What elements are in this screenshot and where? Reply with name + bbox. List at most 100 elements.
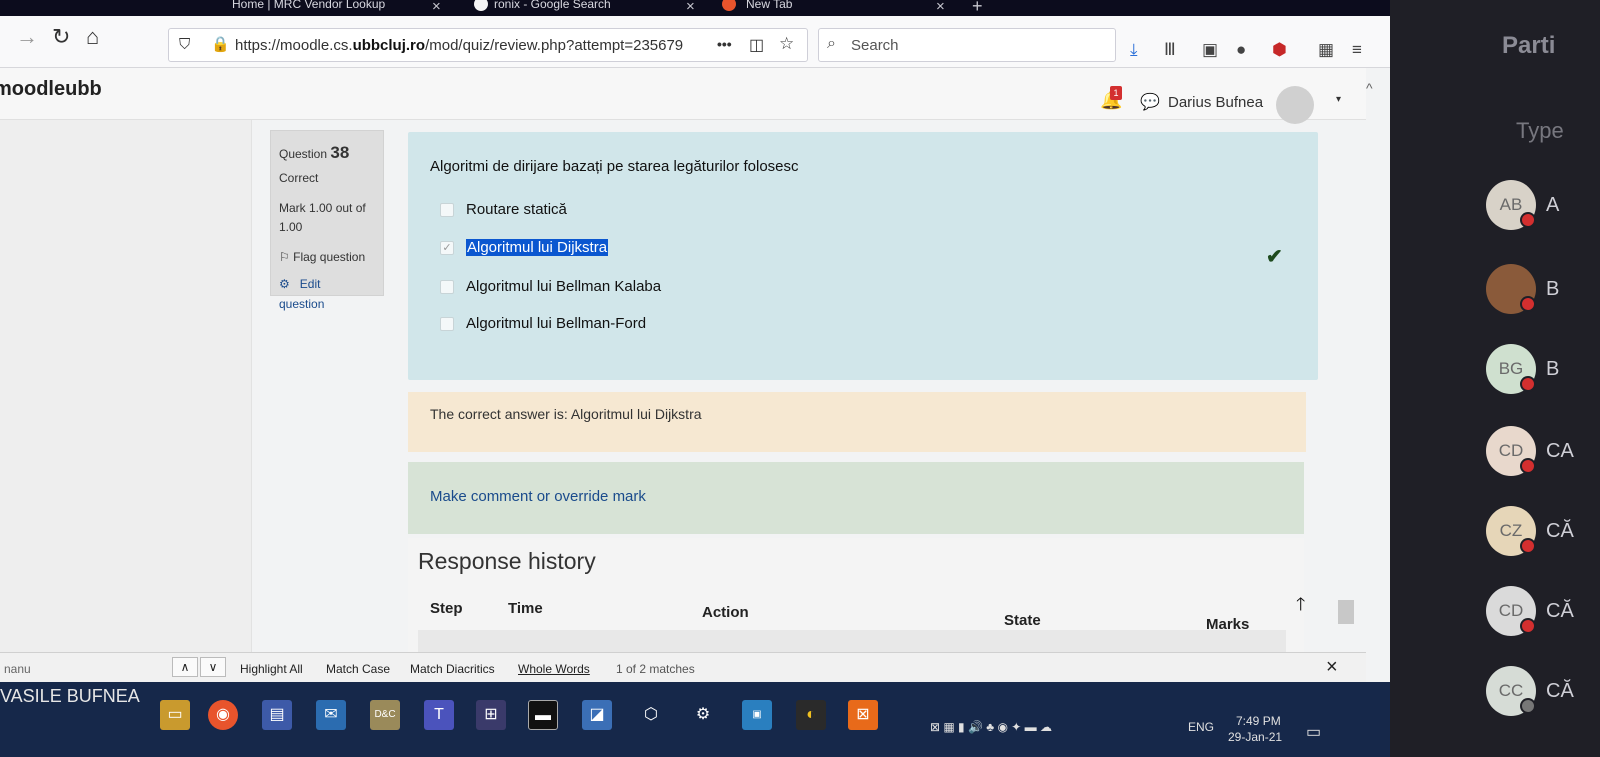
account-icon[interactable]: ● — [1236, 40, 1246, 60]
screen-sharer-name: VASILE BUFNEA — [0, 686, 140, 706]
participant-item[interactable]: B — [1486, 264, 1600, 316]
participant-item[interactable]: CZ CĂ — [1486, 506, 1600, 558]
column-header-step: Step — [430, 600, 463, 617]
match-case-toggle[interactable]: Match Case — [326, 662, 390, 676]
participant-item[interactable]: BG B — [1486, 344, 1600, 396]
answer-checkbox[interactable] — [440, 317, 454, 331]
notes-app-icon[interactable]: ◪ — [582, 700, 612, 730]
url-text: https://moodle.cs.ubbcluj.ro/mod/quiz/re… — [235, 37, 684, 54]
answer-label: Routare statică — [466, 201, 567, 218]
search-box[interactable]: ⌕ Search — [818, 28, 1116, 62]
participant-item[interactable]: CD CĂ — [1486, 586, 1600, 638]
flag-question-link[interactable]: ⚐ Flag question — [279, 250, 365, 264]
highlight-all-toggle[interactable]: Highlight All — [240, 662, 303, 676]
participant-name: CĂ — [1546, 680, 1574, 702]
close-icon[interactable]: × — [432, 0, 441, 15]
moodle-header: moodleubb 🔔 1 💬 Darius Bufnea ▾ ^ — [0, 68, 1373, 124]
menu-icon[interactable]: ≡ — [1352, 40, 1362, 60]
scrollbar-thumb[interactable] — [1338, 600, 1354, 624]
find-previous-button[interactable]: ∧ — [172, 657, 198, 677]
answer-checkbox[interactable] — [440, 203, 454, 217]
right-answer-text: The correct answer is: Algoritmul lui Di… — [430, 406, 702, 422]
back-to-top-arrow-icon[interactable]: 🡑 — [1296, 592, 1305, 622]
library-icon[interactable]: Ⅲ — [1164, 40, 1176, 60]
extensions-icon[interactable]: ▦ — [1318, 40, 1334, 60]
network-app-icon[interactable]: ⊞ — [476, 700, 506, 730]
tab-vendor-lookup[interactable]: Home | MRC Vendor Lookup — [232, 0, 392, 16]
answer-label: Algoritmul lui Bellman Kalaba — [466, 278, 662, 295]
scroll-up-arrow-icon[interactable]: ^ — [1366, 80, 1373, 96]
address-bar[interactable]: ⛉ 🔒 https://moodle.cs.ubbcluj.ro/mod/qui… — [168, 28, 808, 62]
participant-item[interactable]: AB A — [1486, 180, 1600, 232]
save-app-icon[interactable]: ▤ — [262, 700, 292, 730]
site-brand[interactable]: moodleubb — [0, 78, 102, 101]
notifications-icon[interactable]: ▭ — [1306, 722, 1321, 742]
firefox-icon[interactable]: ◉ — [208, 700, 238, 730]
system-tray-icons[interactable]: ⊠ ▦ ▮ 🔊 ♣ ◉ ✦ ▬ ☁ — [930, 720, 1052, 734]
close-find-bar-icon[interactable]: × — [1326, 656, 1338, 679]
close-icon[interactable]: × — [686, 0, 695, 15]
find-next-button[interactable]: ∨ — [200, 657, 226, 677]
page-actions-button[interactable]: ••• — [717, 36, 732, 52]
new-tab-icon[interactable]: + — [972, 0, 983, 17]
tab-google-search[interactable]: ronix - Google Search — [494, 0, 654, 16]
home-icon[interactable]: ⌂ — [86, 24, 99, 50]
clock-time[interactable]: 7:49 PM — [1236, 714, 1281, 728]
ublock-icon[interactable]: ⬢ — [1272, 40, 1287, 60]
edit-question-link[interactable]: ⚙ Edit — [279, 277, 320, 291]
pocket-icon[interactable]: ◫ — [749, 35, 764, 55]
language-indicator[interactable]: ENG — [1188, 720, 1214, 734]
browser-screen: Home | MRC Vendor Lookup × ronix - Googl… — [0, 0, 1390, 757]
tab-new-tab[interactable]: New Tab — [746, 0, 866, 16]
left-column — [0, 120, 252, 660]
dac-app-icon[interactable]: D&C — [370, 700, 400, 730]
question-formulation: Algoritmi de dirijare bazați pe starea l… — [408, 132, 1318, 380]
shield-icon[interactable]: ⛉ — [179, 36, 190, 53]
column-header-state: State — [1004, 612, 1041, 629]
comment-override-link[interactable]: Make comment or override mark — [430, 488, 646, 505]
box-app-icon[interactable]: ⬡ — [636, 700, 666, 730]
reload-icon[interactable]: ↻ — [52, 24, 70, 50]
muted-mic-icon — [1520, 458, 1536, 474]
match-diacritics-toggle[interactable]: Match Diacritics — [410, 662, 495, 676]
file-explorer-icon[interactable]: ▭ — [160, 700, 190, 730]
participant-name: CĂ — [1546, 600, 1574, 622]
sidebar-icon[interactable]: ▣ — [1202, 40, 1218, 60]
edit-question-link-line2[interactable]: question — [279, 297, 324, 311]
user-menu-name[interactable]: Darius Bufnea — [1168, 94, 1263, 111]
taskbar: VASILE BUFNEA ▭ ◉ ▤ ✉ D&C T ⊞ ▬ ◪ ⬡ ⚙ ▣ … — [0, 682, 1390, 757]
display-app-icon[interactable]: ▣ — [742, 700, 772, 730]
xampp-icon[interactable]: ⊠ — [848, 700, 878, 730]
messages-icon[interactable]: 💬 — [1140, 92, 1160, 112]
question-number: Question 38 — [279, 143, 350, 162]
history-title: Response history — [418, 548, 596, 574]
answer-checkbox-checked[interactable]: ✓ — [440, 241, 454, 255]
lock-icon[interactable]: 🔒 — [211, 35, 230, 53]
find-input[interactable]: nanu — [4, 662, 31, 676]
muted-mic-icon — [1520, 296, 1536, 312]
muted-mic-icon — [1520, 538, 1536, 554]
clock-date[interactable]: 29-Jan-21 — [1228, 730, 1282, 744]
download-icon[interactable]: ⤓ — [1130, 40, 1138, 60]
mail-icon[interactable]: ✉ — [316, 700, 346, 730]
chevron-down-icon[interactable]: ▾ — [1336, 94, 1341, 105]
muted-mic-icon — [1520, 212, 1536, 228]
participant-search-input[interactable]: Type — [1516, 118, 1564, 144]
correct-check-icon: ✔ — [1266, 246, 1283, 268]
media-app-icon[interactable]: ◐ — [796, 700, 826, 730]
gear-icon: ⚙ — [279, 277, 290, 291]
bookmark-star-icon[interactable]: ☆ — [779, 34, 794, 54]
settings-gear-icon[interactable]: ⚙ — [688, 700, 718, 730]
participant-name: B — [1546, 358, 1560, 380]
participant-item[interactable]: CD CA — [1486, 426, 1600, 478]
tab-strip: Home | MRC Vendor Lookup × ronix - Googl… — [0, 0, 1390, 16]
close-icon[interactable]: × — [936, 0, 945, 15]
teams-icon[interactable]: T — [424, 700, 454, 730]
answer-checkbox[interactable] — [440, 280, 454, 294]
terminal-icon[interactable]: ▬ — [528, 700, 558, 730]
whole-words-toggle[interactable]: Whole Words — [518, 662, 590, 676]
forward-icon[interactable]: → — [16, 24, 38, 50]
participant-item[interactable]: CC CĂ — [1486, 666, 1600, 718]
avatar[interactable] — [1276, 86, 1314, 124]
right-answer-box: The correct answer is: Algoritmul lui Di… — [408, 392, 1306, 452]
